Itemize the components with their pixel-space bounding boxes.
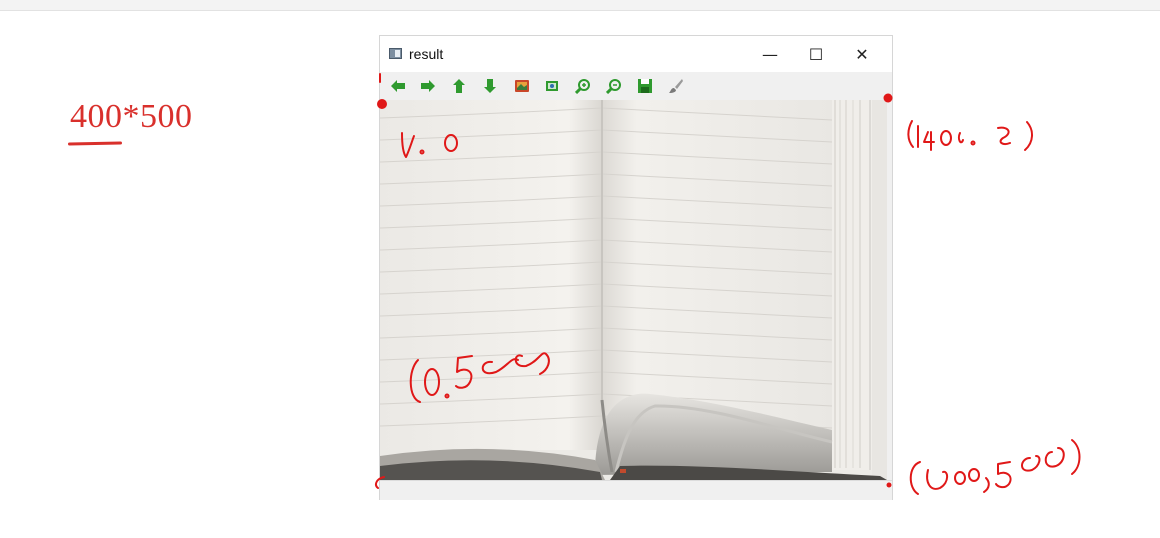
zoom-out-icon[interactable]	[605, 77, 623, 95]
arrow-left-icon[interactable]	[389, 77, 407, 95]
zoom-fit-icon[interactable]	[543, 77, 561, 95]
toolbar	[380, 72, 892, 100]
save-icon[interactable]	[636, 77, 654, 95]
arrow-right-icon[interactable]	[419, 77, 437, 95]
zoom-in-icon[interactable]	[574, 77, 592, 95]
image-window: result — ☐ ✕	[380, 36, 892, 500]
top-strip	[0, 0, 1160, 11]
window-titlebar[interactable]: result — ☐ ✕	[380, 36, 892, 72]
status-bar	[380, 480, 892, 500]
brush-icon[interactable]	[667, 77, 685, 95]
label-400-0	[907, 120, 914, 148]
image-size-note: 400*500	[70, 98, 193, 135]
image-icon[interactable]	[513, 77, 531, 95]
size-note-underline	[67, 141, 123, 146]
arrow-up-icon[interactable]	[450, 77, 468, 95]
label-400-500	[909, 461, 921, 495]
app-icon	[389, 48, 402, 59]
minimize-button[interactable]: —	[747, 36, 793, 72]
close-button[interactable]: ✕	[839, 36, 885, 72]
window-title: result	[409, 46, 444, 62]
maximize-button[interactable]: ☐	[793, 36, 839, 72]
image-viewport[interactable]	[380, 100, 887, 480]
open-notebook-image	[380, 100, 887, 480]
arrow-down-icon[interactable]	[481, 77, 499, 95]
